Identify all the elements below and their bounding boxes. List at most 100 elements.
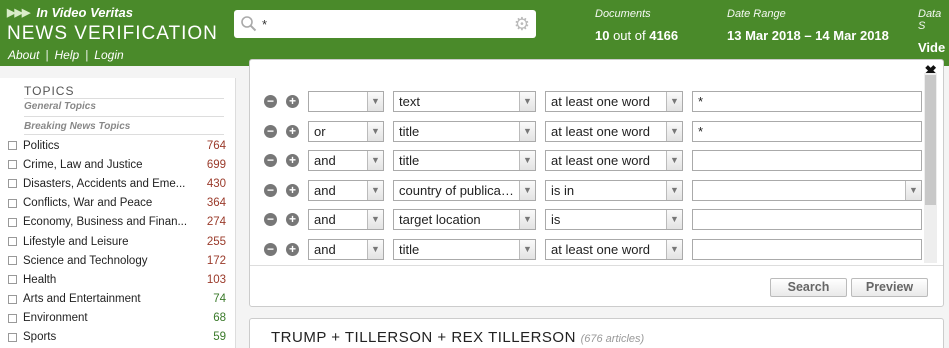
value-select[interactable]: ▼ (692, 179, 922, 201)
chevron-down-icon[interactable]: ▼ (666, 180, 682, 200)
remove-row-icon[interactable]: − (264, 183, 277, 197)
match-select-value: at least one word (551, 93, 651, 109)
remove-row-icon[interactable]: − (264, 242, 277, 256)
general-topics-heading[interactable]: General Topics (24, 101, 96, 112)
field-select-value: country of publicat... (399, 182, 516, 198)
chevron-down-icon[interactable]: ▼ (519, 239, 535, 259)
chevron-down-icon[interactable]: ▼ (519, 91, 535, 111)
field-select[interactable]: country of publicat... ▼ (393, 179, 536, 201)
remove-row-icon[interactable]: − (264, 153, 277, 167)
field-select[interactable]: target location ▼ (393, 208, 536, 230)
topic-checkbox[interactable] (8, 237, 17, 247)
field-select[interactable]: title ▼ (393, 149, 536, 171)
topic-item[interactable]: Sports 59 (0, 328, 236, 347)
add-row-icon[interactable]: + (286, 94, 299, 108)
query-builder-panel: ✖ − + ▼ text ▼ at least one word ▼ * − + or ▼ title ▼… (249, 59, 944, 307)
topic-item[interactable]: Environment 68 (0, 309, 236, 328)
search-input[interactable] (262, 16, 514, 32)
topic-checkbox[interactable] (8, 198, 17, 208)
value-input[interactable]: * (692, 120, 922, 142)
remove-row-icon[interactable]: − (264, 212, 277, 226)
result-title[interactable]: TRUMP + TILLERSON + REX TILLERSON (676 a… (271, 329, 644, 346)
chevron-down-icon[interactable]: ▼ (367, 180, 383, 200)
topic-item[interactable]: Disasters, Accidents and Eme... 430 (0, 174, 236, 193)
topic-checkbox[interactable] (8, 160, 17, 170)
about-link[interactable]: About (8, 48, 39, 62)
field-select[interactable]: title ▼ (393, 120, 536, 142)
operator-select[interactable]: or ▼ (308, 120, 384, 142)
field-select[interactable]: text ▼ (393, 90, 536, 112)
chevron-down-icon[interactable]: ▼ (367, 209, 383, 229)
topic-item[interactable]: Health 103 (0, 270, 236, 289)
chevron-down-icon[interactable]: ▼ (367, 91, 383, 111)
scrollbar-thumb[interactable] (925, 75, 936, 205)
article-count: (676 articles) (580, 333, 645, 345)
search-button[interactable]: Search (770, 278, 847, 297)
topic-item[interactable]: Politics 764 (0, 136, 236, 155)
match-select[interactable]: at least one word ▼ (545, 238, 683, 260)
chevron-down-icon[interactable]: ▼ (519, 150, 535, 170)
topic-count: 68 (213, 312, 226, 325)
value-input[interactable] (692, 208, 922, 230)
help-link[interactable]: Help (54, 48, 79, 62)
topic-item[interactable]: Science and Technology 172 (0, 251, 236, 270)
topic-checkbox[interactable] (8, 217, 17, 227)
match-select[interactable]: is ▼ (545, 208, 683, 230)
value-input[interactable] (692, 238, 922, 260)
chevron-down-icon[interactable]: ▼ (367, 150, 383, 170)
operator-select[interactable]: and ▼ (308, 238, 384, 260)
scrollbar[interactable] (924, 73, 937, 263)
documents-label: Documents (595, 8, 651, 20)
add-row-icon[interactable]: + (286, 242, 299, 256)
topic-checkbox[interactable] (8, 332, 17, 342)
topic-checkbox[interactable] (8, 141, 17, 151)
gear-icon[interactable]: ⚙ (514, 15, 530, 33)
add-row-icon[interactable]: + (286, 153, 299, 167)
data-source-value: Vide (918, 40, 946, 55)
field-select-value: target location (399, 211, 481, 227)
search-icon[interactable] (240, 15, 258, 33)
chevron-down-icon[interactable]: ▼ (519, 121, 535, 141)
operator-select[interactable]: and ▼ (308, 149, 384, 171)
operator-select-value (309, 92, 367, 111)
topic-item[interactable]: Conflicts, War and Peace 364 (0, 194, 236, 213)
remove-row-icon[interactable]: − (264, 124, 277, 138)
topic-item[interactable]: Lifestyle and Leisure 255 (0, 232, 236, 251)
operator-select[interactable]: and ▼ (308, 208, 384, 230)
topic-item[interactable]: Arts and Entertainment 74 (0, 290, 236, 309)
match-select[interactable]: is in ▼ (545, 179, 683, 201)
chevron-down-icon[interactable]: ▼ (666, 239, 682, 259)
operator-select-value: and (314, 211, 336, 227)
add-row-icon[interactable]: + (286, 212, 299, 226)
value-input[interactable] (692, 149, 922, 171)
chevron-down-icon[interactable]: ▼ (905, 180, 921, 200)
chevron-down-icon[interactable]: ▼ (519, 209, 535, 229)
topic-checkbox[interactable] (8, 294, 17, 304)
topic-checkbox[interactable] (8, 313, 17, 323)
match-select[interactable]: at least one word ▼ (545, 120, 683, 142)
chevron-down-icon[interactable]: ▼ (666, 150, 682, 170)
chevron-down-icon[interactable]: ▼ (666, 91, 682, 111)
breaking-news-heading[interactable]: Breaking News Topics (24, 121, 130, 132)
chevron-down-icon[interactable]: ▼ (519, 180, 535, 200)
match-select[interactable]: at least one word ▼ (545, 90, 683, 112)
remove-row-icon[interactable]: − (264, 94, 277, 108)
chevron-down-icon[interactable]: ▼ (367, 239, 383, 259)
topic-item[interactable]: Crime, Law and Justice 699 (0, 155, 236, 174)
login-link[interactable]: Login (94, 48, 123, 62)
topic-checkbox[interactable] (8, 256, 17, 266)
chevron-down-icon[interactable]: ▼ (367, 121, 383, 141)
operator-select[interactable]: ▼ (308, 90, 384, 112)
chevron-down-icon[interactable]: ▼ (666, 209, 682, 229)
chevron-down-icon[interactable]: ▼ (666, 121, 682, 141)
topic-checkbox[interactable] (8, 275, 17, 285)
add-row-icon[interactable]: + (286, 124, 299, 138)
topic-item[interactable]: Economy, Business and Finan... 274 (0, 213, 236, 232)
match-select[interactable]: at least one word ▼ (545, 149, 683, 171)
field-select[interactable]: title ▼ (393, 238, 536, 260)
value-input[interactable]: * (692, 90, 922, 112)
preview-button[interactable]: Preview (851, 278, 928, 297)
operator-select[interactable]: and ▼ (308, 179, 384, 201)
add-row-icon[interactable]: + (286, 183, 299, 197)
topic-checkbox[interactable] (8, 179, 17, 189)
